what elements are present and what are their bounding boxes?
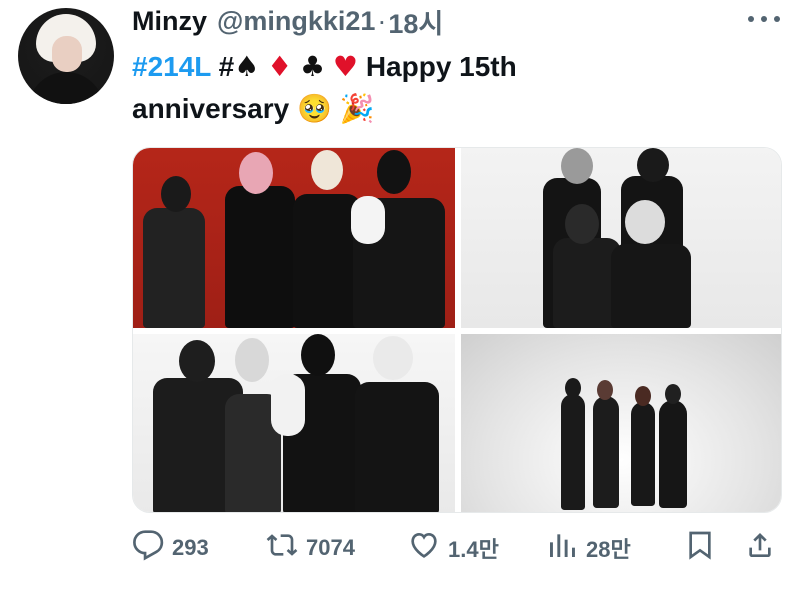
text-line2: anniversary [132, 93, 290, 124]
avatar[interactable] [18, 8, 114, 104]
views-icon [546, 529, 578, 567]
photo-1[interactable] [133, 148, 455, 328]
retweet-icon [266, 529, 298, 567]
tweet-header: Minzy @mingkki21 · 18시 [132, 5, 443, 39]
reply-button[interactable]: 293 [132, 528, 209, 568]
retweet-button[interactable]: 7074 [266, 528, 355, 568]
party-popper-emoji: 🎉 [339, 92, 375, 125]
photo-3[interactable] [133, 334, 455, 512]
separator: · [377, 5, 387, 36]
like-button[interactable]: 1.4만 [408, 528, 499, 568]
views-button[interactable]: 28만 [546, 528, 631, 568]
action-bar: 293 7074 1.4만 28만 [132, 528, 782, 568]
heart-icon [408, 529, 440, 567]
club-emoji: ♣ [300, 50, 326, 83]
hash-symbol: # [218, 51, 235, 82]
photo-2[interactable] [461, 148, 781, 328]
bookmark-icon [684, 529, 716, 567]
media-grid [132, 147, 782, 513]
reply-icon [132, 529, 164, 567]
like-count: 1.4만 [448, 537, 499, 562]
photo-4[interactable] [461, 334, 781, 512]
reply-count: 293 [172, 535, 209, 560]
user-handle[interactable]: @mingkki21 [217, 6, 375, 37]
heart-emoji: ♥ [332, 50, 359, 83]
timestamp[interactable]: 18시 [388, 2, 443, 41]
diamond-emoji: ♦ [267, 50, 293, 83]
share-icon [744, 529, 776, 567]
text-line1: Happy 15th [365, 51, 517, 82]
pleading-face-emoji: 🥹 [297, 92, 332, 125]
display-name[interactable]: Minzy [132, 6, 207, 37]
retweet-count: 7074 [306, 535, 355, 560]
spade-emoji: ♠ [234, 50, 260, 83]
tweet-text: #214L #♠ ♦ ♣ ♥ Happy 15th anniversary 🥹 … [132, 46, 772, 130]
views-count: 28만 [586, 537, 631, 562]
more-icon[interactable] [748, 16, 780, 22]
hashtag-link[interactable]: #214L [132, 51, 211, 82]
bookmark-button[interactable] [684, 528, 716, 568]
share-button[interactable] [744, 528, 776, 568]
